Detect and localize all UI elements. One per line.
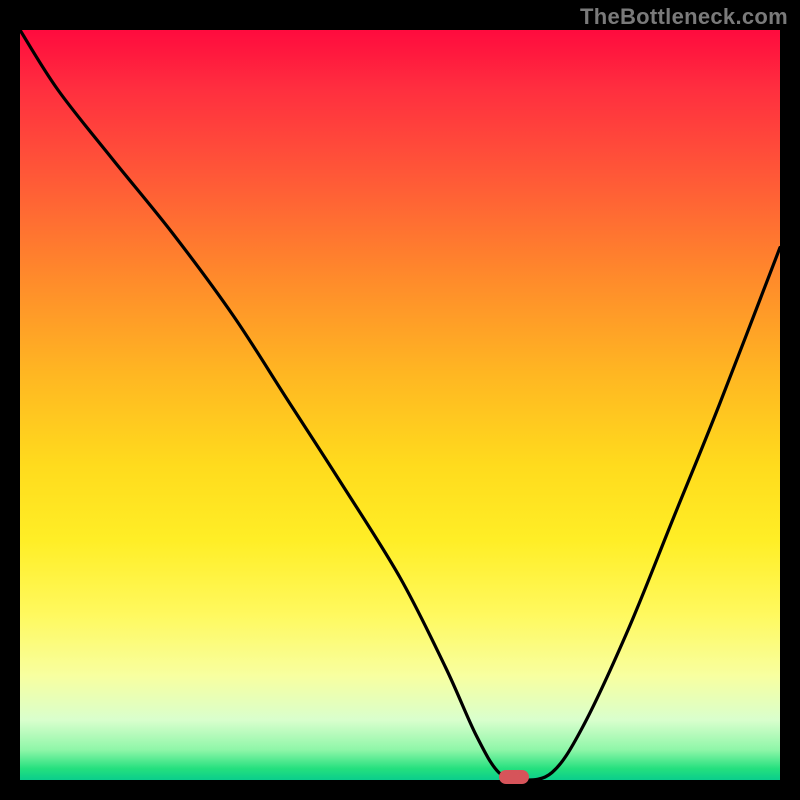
bottleneck-curve: [20, 30, 780, 780]
optimal-point-marker: [499, 770, 529, 784]
chart-frame: TheBottleneck.com: [0, 0, 800, 800]
watermark-text: TheBottleneck.com: [580, 4, 788, 30]
plot-area: [20, 30, 780, 780]
